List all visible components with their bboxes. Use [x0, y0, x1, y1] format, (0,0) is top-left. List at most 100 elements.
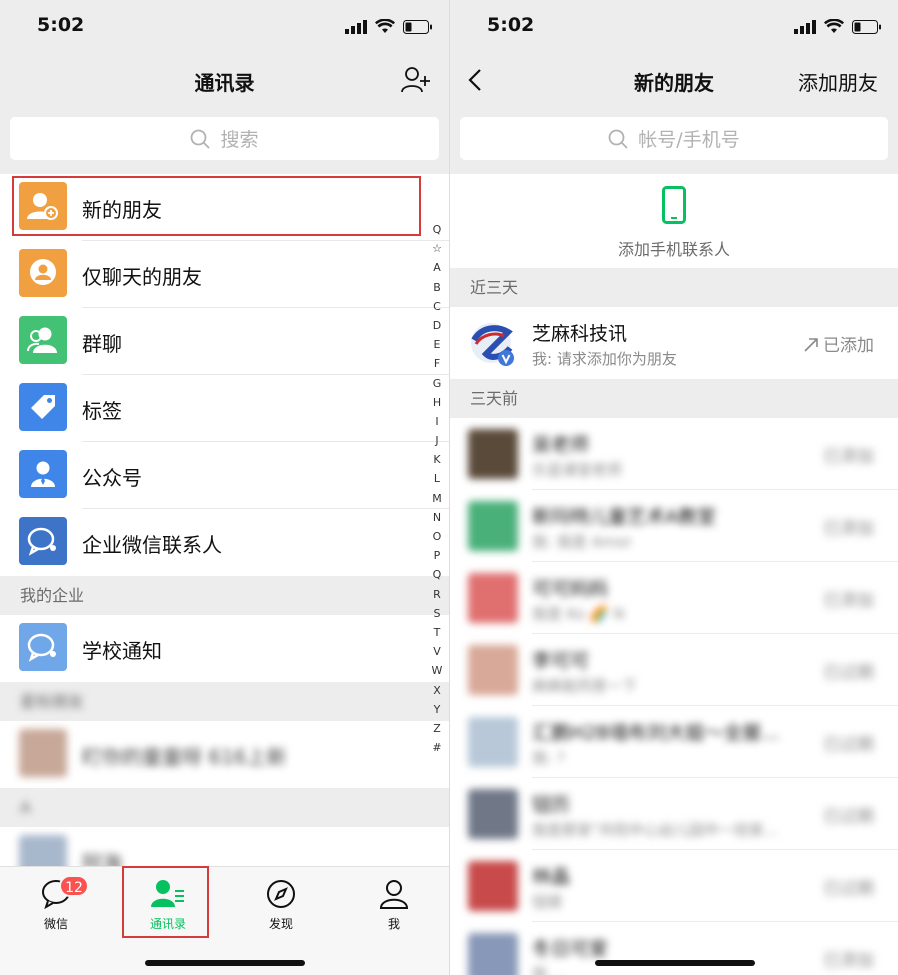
page-title: 通讯录 — [194, 71, 255, 95]
index-letter[interactable]: R — [433, 585, 441, 604]
chat-only-friends-item[interactable]: 仅聊天的朋友 — [0, 241, 449, 308]
arrow-up-right-icon — [804, 338, 818, 352]
avatar — [468, 933, 518, 975]
request-status: 已添加 — [803, 331, 874, 356]
search-placeholder: 搜索 — [220, 129, 259, 151]
friend-name: 汇鹏H2B墙布刘大姐～全屋... — [532, 722, 780, 744]
section-my-enterprise: 我的企业 — [0, 576, 449, 615]
index-letter[interactable]: A — [433, 258, 441, 277]
search-bar[interactable]: 搜索 — [10, 117, 439, 160]
index-letter[interactable]: P — [434, 546, 441, 565]
add-contact-icon[interactable] — [401, 66, 431, 94]
index-letter[interactable]: X — [433, 681, 441, 700]
request-status: 已过期 — [823, 879, 874, 899]
avatar — [468, 429, 518, 479]
a-list: 阿海 — [0, 827, 449, 867]
index-letter[interactable]: ☆ — [432, 239, 442, 258]
index-letter[interactable]: H — [433, 393, 441, 412]
school-notice-item[interactable]: 学校通知 — [0, 615, 449, 682]
group-chats-item[interactable]: 群聊 — [0, 308, 449, 375]
tab-chats[interactable]: 微信 12 — [16, 875, 96, 932]
index-letter[interactable]: Z — [433, 719, 441, 738]
index-letter[interactable]: # — [432, 738, 441, 757]
section-starred: 星标朋友 — [0, 682, 449, 721]
recent-requests-list: 芝麻科技讯 我: 请求添加你为朋友 已添加 — [450, 307, 898, 379]
account-search-bar[interactable]: 帐号/手机号 — [460, 117, 888, 160]
request-status-label: 已添加 — [823, 336, 874, 356]
tab-discover[interactable]: 发现 — [241, 879, 321, 932]
official-accounts-item[interactable]: 公众号 — [0, 442, 449, 509]
friend-request-row[interactable]: 冬日可爱我 ... 已添加 — [450, 922, 898, 975]
index-letter[interactable]: B — [433, 278, 441, 297]
alphabet-index[interactable]: Q ☆ A B C D E F G H I J K L M N O P Q R S T V W X Y Z # — [430, 220, 444, 757]
index-letter[interactable]: Q — [433, 565, 442, 584]
index-letter[interactable]: W — [432, 661, 443, 680]
contact-item-a[interactable]: 阿海 — [0, 827, 449, 867]
tab-chats-label: 微信 — [43, 917, 68, 931]
zhima-logo-avatar — [468, 318, 518, 368]
person-icon — [379, 880, 409, 909]
index-letter[interactable]: S — [434, 604, 441, 623]
index-letter[interactable]: G — [433, 374, 442, 393]
school-notice-label: 学校通知 — [82, 639, 162, 663]
section-a: A — [0, 788, 449, 827]
friend-name: 冬日可爱 — [532, 938, 609, 960]
friend-request-row[interactable]: 芝麻科技讯 我: 请求添加你为朋友 已添加 — [450, 307, 898, 379]
request-status: 已添加 — [823, 519, 874, 539]
unread-badge: 12 — [59, 875, 89, 897]
index-letter[interactable]: Y — [434, 700, 441, 719]
wecom-contacts-item[interactable]: 企业微信联系人 — [0, 509, 449, 576]
friend-message: 我: 请求添加你为朋友 — [532, 350, 677, 368]
status-time: 5:02 — [487, 14, 535, 36]
index-letter[interactable]: F — [434, 354, 440, 373]
index-letter[interactable]: I — [435, 412, 438, 431]
section-older: 三天前 — [450, 379, 898, 418]
friend-message: 我: 我是 Amor — [532, 533, 632, 551]
search-icon — [191, 129, 211, 149]
friend-request-row[interactable]: 新玛特儿童艺术A教室 我: 我是 Amor 已添加 — [450, 490, 898, 562]
phone-icon — [662, 186, 686, 224]
section-a-label: A — [20, 798, 31, 817]
index-letter[interactable]: J — [435, 431, 438, 450]
tab-me[interactable]: 我 — [354, 879, 434, 932]
group-chats-icon — [19, 316, 67, 364]
index-letter[interactable]: V — [433, 642, 441, 661]
friend-request-row[interactable]: 可可妈妈 我是 Ko 🌈 N 已添加 — [450, 562, 898, 634]
add-phone-contacts-button[interactable]: 添加手机联系人 — [450, 174, 898, 268]
index-letter[interactable]: D — [433, 316, 441, 335]
index-letter[interactable]: M — [432, 489, 442, 508]
friend-name: 李可可 — [532, 650, 590, 672]
school-notice-icon — [19, 623, 67, 671]
starred-list: 盯你的童童呀 616上新 — [0, 721, 449, 788]
friend-request-row[interactable]: 吴老师 乐蓝课堂老师 已添加 — [450, 418, 898, 490]
friend-request-row[interactable]: 李可可 麻麻能同意一下 已过期 — [450, 634, 898, 706]
friend-message: 麻麻能同意一下 — [532, 677, 638, 695]
index-letter[interactable]: L — [434, 469, 440, 488]
contact-name: 阿海 — [82, 851, 122, 867]
avatar — [468, 645, 518, 695]
friend-message: 我 ... — [532, 965, 567, 975]
battery-icon — [403, 19, 432, 34]
index-letter[interactable]: K — [433, 450, 440, 469]
friend-message: 我是那家"共阳中心幼儿园中一班家... — [532, 821, 779, 839]
friend-request-row[interactable]: 钮历 我是那家"共阳中心幼儿园中一班家... 已过期 — [450, 778, 898, 850]
contacts-screen: 5:02 通讯录 搜索 新的朋友 仅聊天的朋友 群聊 标签 公众号 企业微信联系… — [0, 0, 449, 975]
avatar — [468, 789, 518, 839]
signal-icon — [794, 19, 816, 34]
friend-request-row[interactable]: 汇鹏H2B墙布刘大姐～全屋... 我: ? 已过期 — [450, 706, 898, 778]
tags-item[interactable]: 标签 — [0, 375, 449, 442]
starred-contact-item[interactable]: 盯你的童童呀 616上新 — [0, 721, 449, 788]
index-letter[interactable]: N — [433, 508, 441, 527]
add-friend-button[interactable]: 添加朋友 — [798, 67, 878, 96]
index-letter[interactable]: T — [434, 623, 441, 642]
search-placeholder: 帐号/手机号 — [638, 129, 740, 151]
index-letter[interactable]: C — [433, 297, 441, 316]
friend-request-row[interactable]: 林晶 钮顺 已过期 — [450, 850, 898, 922]
status-bar: 5:02 — [0, 0, 449, 54]
battery-icon — [852, 19, 881, 34]
index-letter[interactable]: E — [434, 335, 441, 354]
add-phone-contacts-label: 添加手机联系人 — [617, 240, 730, 259]
index-letter[interactable]: O — [433, 527, 442, 546]
friend-message: 乐蓝课堂老师 — [532, 461, 623, 479]
index-letter[interactable]: Q — [433, 220, 442, 239]
